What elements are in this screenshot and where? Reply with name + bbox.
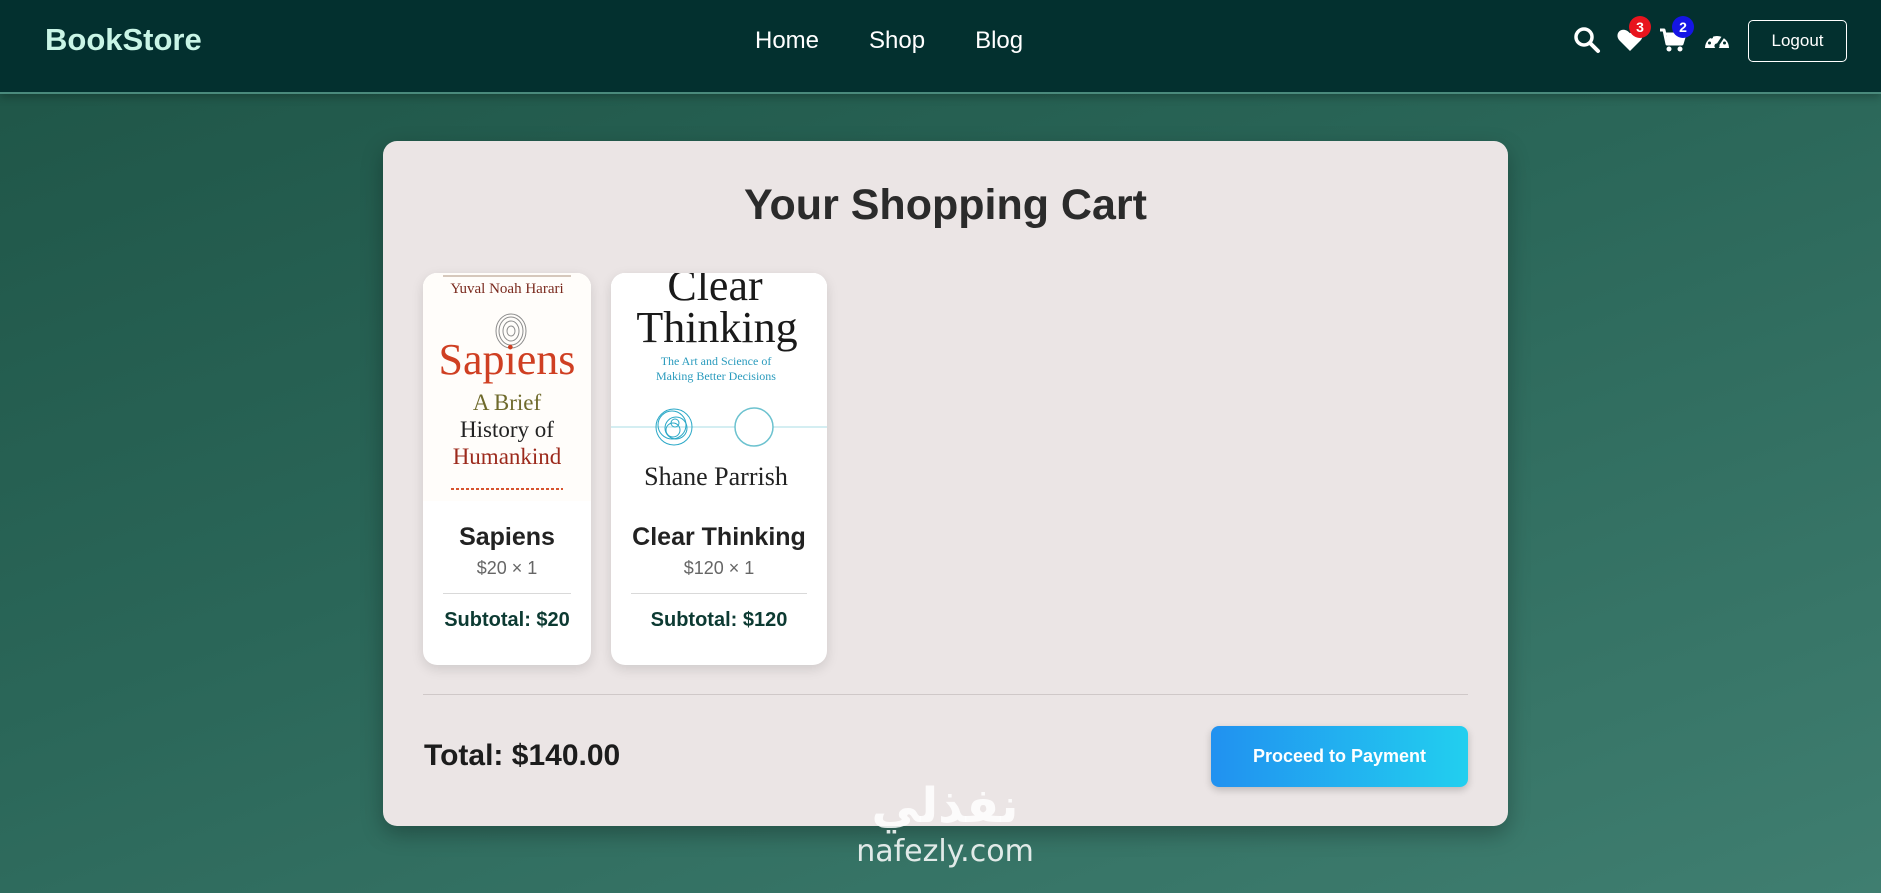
item-divider xyxy=(631,593,807,594)
proceed-to-payment-button[interactable]: Proceed to Payment xyxy=(1211,726,1468,787)
cart-title: Your Shopping Cart xyxy=(744,181,1147,229)
cart-button[interactable]: 2 xyxy=(1656,16,1694,56)
shopping-cart-panel: Your Shopping Cart Yuval Noah Harari Sap… xyxy=(383,141,1508,826)
item-subtotal: Subtotal: $20 xyxy=(444,609,570,631)
sapiens-cover-author: Yuval Noah Harari xyxy=(450,281,563,297)
cart-count-badge: 2 xyxy=(1672,16,1694,38)
sapiens-cover-art: Yuval Noah Harari Sapiens A Brief Histor… xyxy=(423,273,591,501)
watermark: نفذلي nafezly.com xyxy=(830,780,1060,890)
clear-thinking-cover-subtitle-1: The Art and Science of xyxy=(661,354,772,368)
clear-thinking-cover-title-2: Thinking xyxy=(636,303,797,352)
brand-logo[interactable]: BookStore xyxy=(45,22,202,58)
nav-link-blog[interactable]: Blog xyxy=(975,27,1023,55)
logout-button[interactable]: Logout xyxy=(1748,20,1847,62)
wishlist-button[interactable]: 3 xyxy=(1613,16,1651,56)
sapiens-cover-subtitle-3: Humankind xyxy=(453,444,562,469)
cart-item-clear-thinking[interactable]: Clear Thinking The Art and Science of Ma… xyxy=(611,273,827,665)
cart-item-sapiens[interactable]: Yuval Noah Harari Sapiens A Brief Histor… xyxy=(423,273,591,665)
clear-thinking-cover-subtitle-2: Making Better Decisions xyxy=(656,369,776,383)
search-icon xyxy=(1574,27,1600,53)
search-button[interactable] xyxy=(1570,22,1604,56)
item-divider xyxy=(443,593,571,594)
item-name: Sapiens xyxy=(459,523,555,551)
wishlist-count-badge: 3 xyxy=(1629,16,1651,38)
clear-thinking-cover-art: Clear Thinking The Art and Science of Ma… xyxy=(611,273,827,501)
nav-links: Home Shop Blog xyxy=(755,27,1073,55)
watermark-latin: nafezly.com xyxy=(856,834,1034,869)
dashboard-icon xyxy=(1705,32,1729,49)
clear-circle-icon xyxy=(734,407,774,447)
cart-total: Total: $140.00 xyxy=(424,739,621,772)
top-navbar: BookStore Home Shop Blog 3 2 Logout xyxy=(0,0,1881,94)
item-price: $120 × 1 xyxy=(683,558,755,578)
item-price: $20 × 1 xyxy=(476,558,538,578)
item-subtotal: Subtotal: $120 xyxy=(650,609,788,631)
nav-link-home[interactable]: Home xyxy=(755,27,819,55)
sapiens-cover-subtitle-1: A Brief xyxy=(473,390,542,415)
dashboard-button[interactable] xyxy=(1700,22,1734,56)
book-cover-clear-thinking: Clear Thinking The Art and Science of Ma… xyxy=(611,273,827,501)
watermark-arabic: نفذلي xyxy=(871,778,1019,834)
book-cover-sapiens: Yuval Noah Harari Sapiens A Brief Histor… xyxy=(423,273,591,501)
nav-link-shop[interactable]: Shop xyxy=(869,27,925,55)
cart-divider xyxy=(423,694,1468,695)
item-name: Clear Thinking xyxy=(632,523,806,551)
sapiens-cover-subtitle-2: History of xyxy=(460,417,554,442)
clear-thinking-cover-author: Shane Parrish xyxy=(644,462,788,491)
sapiens-cover-title: Sapiens xyxy=(439,335,576,384)
